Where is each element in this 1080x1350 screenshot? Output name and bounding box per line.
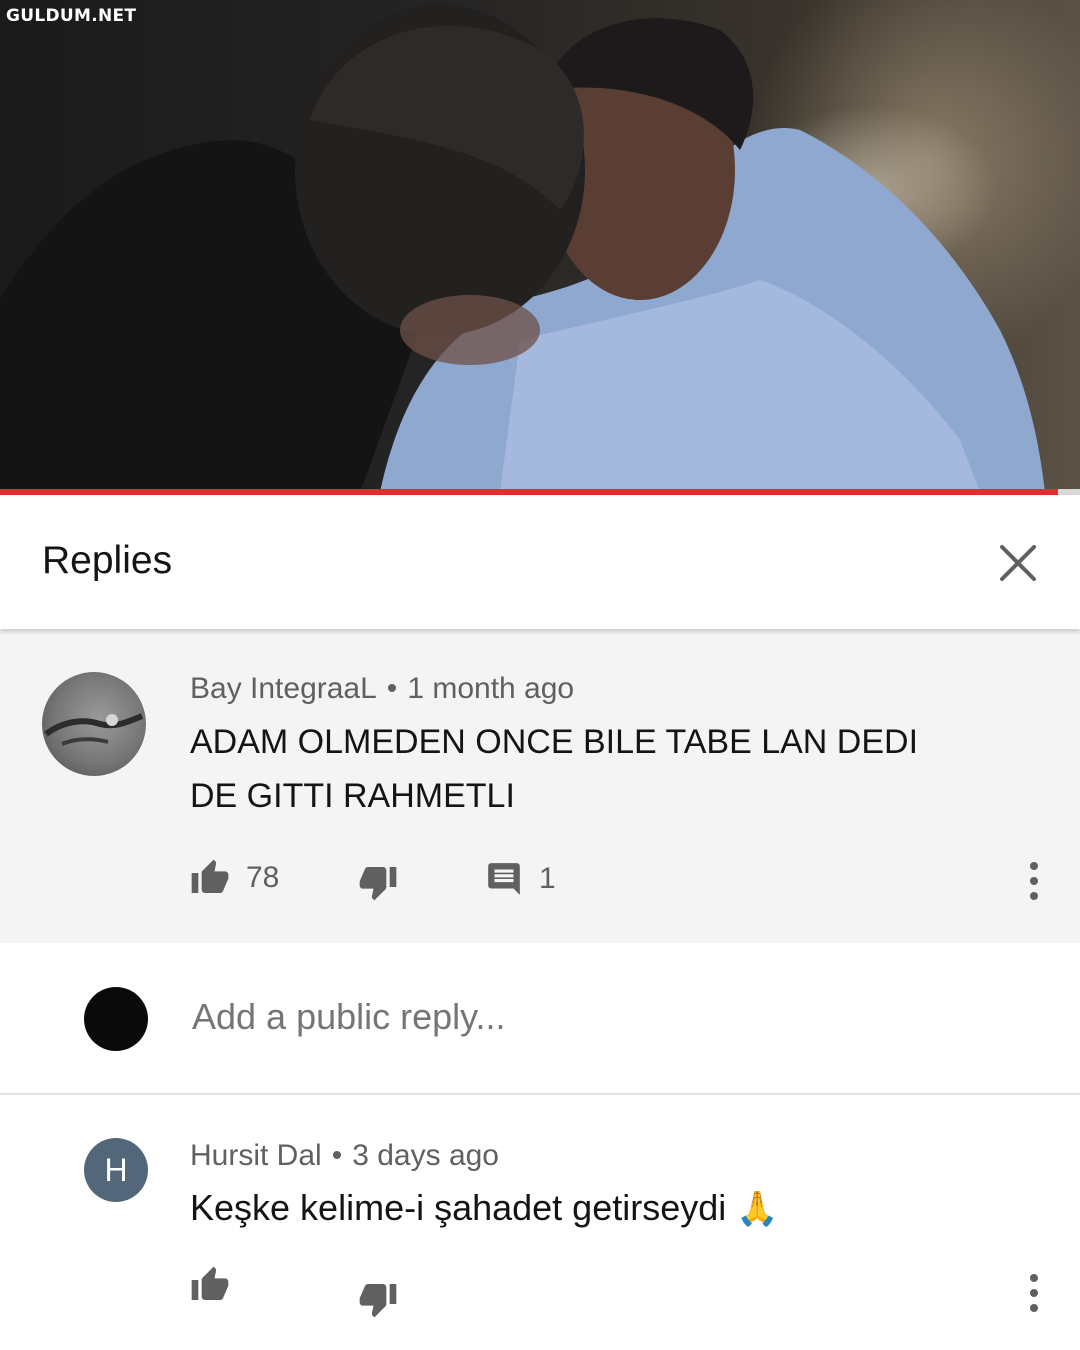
comment-text: Keşke kelime-i şahadet getirseydi 🙏 <box>190 1181 779 1236</box>
reply-input[interactable] <box>190 995 1014 1039</box>
meta-separator: • <box>386 672 398 705</box>
meta-separator: • <box>331 1139 343 1172</box>
comment-text-line: DE GITTI RAHMETLI <box>190 777 515 815</box>
avatar[interactable]: H <box>84 1138 148 1202</box>
video-player[interactable]: GULDUM.NET <box>0 0 1080 492</box>
my-avatar <box>84 987 148 1051</box>
comment-text: ADAM OLMEDEN ONCE BILE TABE LAN DEDI DE … <box>190 715 918 823</box>
dislike-button[interactable] <box>358 862 398 902</box>
watermark: GULDUM.NET <box>6 6 137 26</box>
like-button[interactable]: 78 <box>190 858 279 898</box>
like-button[interactable] <box>190 1265 230 1305</box>
replies-header: Replies <box>0 495 1080 629</box>
avatar-image <box>44 713 144 746</box>
comment-time[interactable]: 3 days ago <box>352 1139 499 1172</box>
video-frame <box>0 5 1045 492</box>
more-vert-icon <box>1030 1274 1038 1312</box>
reply-comment: H Hursit Dal • 3 days ago Keşke kelime-i ş… <box>0 1095 1080 1350</box>
like-count: 78 <box>246 861 280 894</box>
comment-text-line: Keşke kelime-i şahadet getirseydi <box>190 1187 727 1228</box>
praying-hands-emoji: 🙏 <box>736 1189 779 1229</box>
thumbs-down-icon <box>359 1284 397 1318</box>
comment-meta: Bay IntegraaL • 1 month ago <box>190 672 574 706</box>
reply-count: 1 <box>539 862 556 895</box>
dislike-button[interactable] <box>358 1279 398 1319</box>
close-icon <box>1000 545 1036 581</box>
more-options-button[interactable] <box>1024 1273 1044 1313</box>
comment-author[interactable]: Bay IntegraaL <box>190 672 377 705</box>
thumbs-up-icon <box>191 1266 229 1300</box>
reply-box <box>0 943 1080 1095</box>
avatar[interactable] <box>42 672 146 776</box>
thumbs-down-icon <box>359 867 397 901</box>
thumbs-up-icon <box>191 859 229 893</box>
reply-count-button[interactable]: 1 <box>485 860 556 898</box>
comment-text-line: ADAM OLMEDEN ONCE BILE TABE LAN DEDI <box>190 723 919 761</box>
main-comment: Bay IntegraaL • 1 month ago ADAM OLMEDEN O… <box>0 629 1080 943</box>
comment-time[interactable]: 1 month ago <box>407 672 574 705</box>
more-vert-icon <box>1030 862 1038 900</box>
more-options-button[interactable] <box>1024 861 1044 901</box>
comment-author[interactable]: Hursit Dal <box>190 1139 322 1172</box>
replies-title: Replies <box>42 539 173 582</box>
close-button[interactable] <box>994 539 1042 587</box>
comment-meta: Hursit Dal • 3 days ago <box>190 1139 499 1173</box>
comment-icon <box>488 863 520 895</box>
